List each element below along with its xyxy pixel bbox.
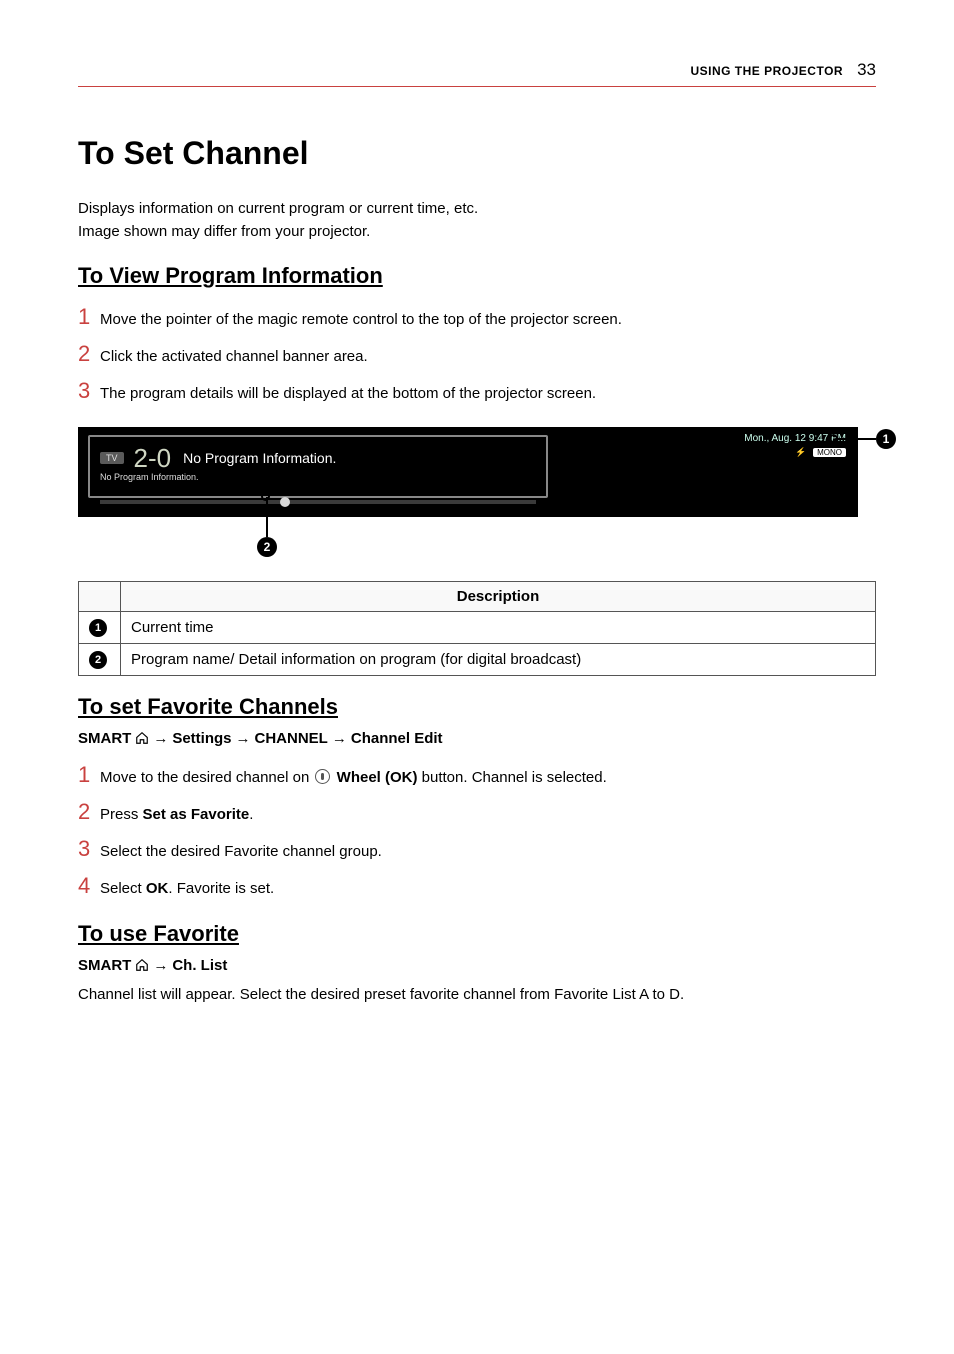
banner-scrollbar xyxy=(100,500,536,504)
section-set-favorite-heading: To set Favorite Channels xyxy=(78,694,876,720)
table-row: 1 Current time xyxy=(79,611,876,643)
step-text-fragment: Move to the desired channel on xyxy=(100,769,313,786)
desc-header-num xyxy=(79,581,121,611)
view-info-step-1: 1 Move the pointer of the magic remote c… xyxy=(78,299,876,334)
nav-arrow: → xyxy=(236,730,251,747)
step-text-fragment: Select xyxy=(100,880,146,897)
table-row: 2 Program name/ Detail information on pr… xyxy=(79,643,876,675)
header-page-number: 33 xyxy=(857,60,876,80)
mono-badge: MONO xyxy=(813,448,846,457)
row-description: Current time xyxy=(121,611,876,643)
row-number-badge: 2 xyxy=(89,651,107,669)
view-info-step-3: 3 The program details will be displayed … xyxy=(78,373,876,408)
intro-text: Displays information on current program … xyxy=(78,198,876,243)
callout-badge-1: 1 xyxy=(876,429,896,449)
step-text-bold: Wheel (OK) xyxy=(337,769,418,786)
callout-badge-2: 2 xyxy=(257,537,277,557)
intro-line-1: Displays information on current program … xyxy=(78,198,876,221)
row-description: Program name/ Detail information on prog… xyxy=(121,643,876,675)
step-text: Click the activated channel banner area. xyxy=(100,345,368,369)
set-fav-step-3: 3 Select the desired Favorite channel gr… xyxy=(78,831,876,866)
tv-badge: TV xyxy=(100,452,124,464)
nav-arrow: → xyxy=(153,957,168,974)
no-program-sub: No Program Information. xyxy=(100,472,536,482)
page-title: To Set Channel xyxy=(78,135,876,172)
section-use-favorite-heading: To use Favorite xyxy=(78,921,876,947)
set-fav-step-1: 1 Move to the desired channel on Wheel (… xyxy=(78,757,876,792)
view-info-step-2: 2 Click the activated channel banner are… xyxy=(78,336,876,371)
nav-ch-list: Ch. List xyxy=(172,957,227,974)
step-number: 1 xyxy=(78,757,92,792)
intro-line-2: Image shown may differ from your project… xyxy=(78,221,876,244)
step-text-fragment: Press xyxy=(100,806,143,823)
channel-banner-screenshot: TV 2-0 No Program Information. No Progra… xyxy=(78,427,878,555)
step-text: Select OK. Favorite is set. xyxy=(100,877,274,901)
nav-channel-edit: Channel Edit xyxy=(351,730,443,747)
signal-icon: ⚡ xyxy=(795,447,806,457)
row-number-badge: 1 xyxy=(89,619,107,637)
step-number: 3 xyxy=(78,373,92,408)
step-number: 2 xyxy=(78,794,92,829)
wheel-icon xyxy=(315,769,330,784)
step-text-fragment: button. Channel is selected. xyxy=(418,769,607,786)
set-fav-step-4: 4 Select OK. Favorite is set. xyxy=(78,868,876,903)
nav-smart: SMART xyxy=(78,957,131,974)
step-number: 3 xyxy=(78,831,92,866)
channel-number: 2-0 xyxy=(134,443,172,474)
callout-2-line xyxy=(266,497,268,537)
step-text: The program details will be displayed at… xyxy=(100,382,596,406)
step-text: Select the desired Favorite channel grou… xyxy=(100,840,382,864)
nav-path-set-favorite: SMART → Settings → CHANNEL → Channel Edi… xyxy=(78,730,876,747)
section-view-info-heading: To View Program Information xyxy=(78,263,876,289)
page-header: USING THE PROJECTOR 33 xyxy=(78,60,876,87)
step-text: Move to the desired channel on Wheel (OK… xyxy=(100,766,607,790)
step-text-fragment: . Favorite is set. xyxy=(168,880,274,897)
nav-arrow: → xyxy=(153,730,168,747)
step-text-fragment: . xyxy=(249,806,253,823)
step-text-bold: OK xyxy=(146,880,169,897)
step-text: Move the pointer of the magic remote con… xyxy=(100,308,622,332)
home-icon xyxy=(135,957,149,974)
set-fav-step-2: 2 Press Set as Favorite. xyxy=(78,794,876,829)
step-number: 1 xyxy=(78,299,92,334)
step-number: 2 xyxy=(78,336,92,371)
nav-smart: SMART xyxy=(78,730,131,747)
nav-channel: CHANNEL xyxy=(255,730,328,747)
nav-arrow: → xyxy=(332,730,347,747)
step-number: 4 xyxy=(78,868,92,903)
scrollbar-thumb xyxy=(280,497,290,507)
step-text: Press Set as Favorite. xyxy=(100,803,253,827)
step-text-bold: Set as Favorite xyxy=(143,806,250,823)
no-program-main: No Program Information. xyxy=(183,450,336,466)
header-section-label: USING THE PROJECTOR xyxy=(690,64,843,78)
nav-settings: Settings xyxy=(172,730,231,747)
use-favorite-body: Channel list will appear. Select the des… xyxy=(78,984,876,1007)
home-icon xyxy=(135,730,149,747)
nav-path-use-favorite: SMART → Ch. List xyxy=(78,957,876,974)
desc-header-label: Description xyxy=(121,581,876,611)
callout-1-line xyxy=(836,438,876,440)
description-table: Description 1 Current time 2 Program nam… xyxy=(78,581,876,676)
